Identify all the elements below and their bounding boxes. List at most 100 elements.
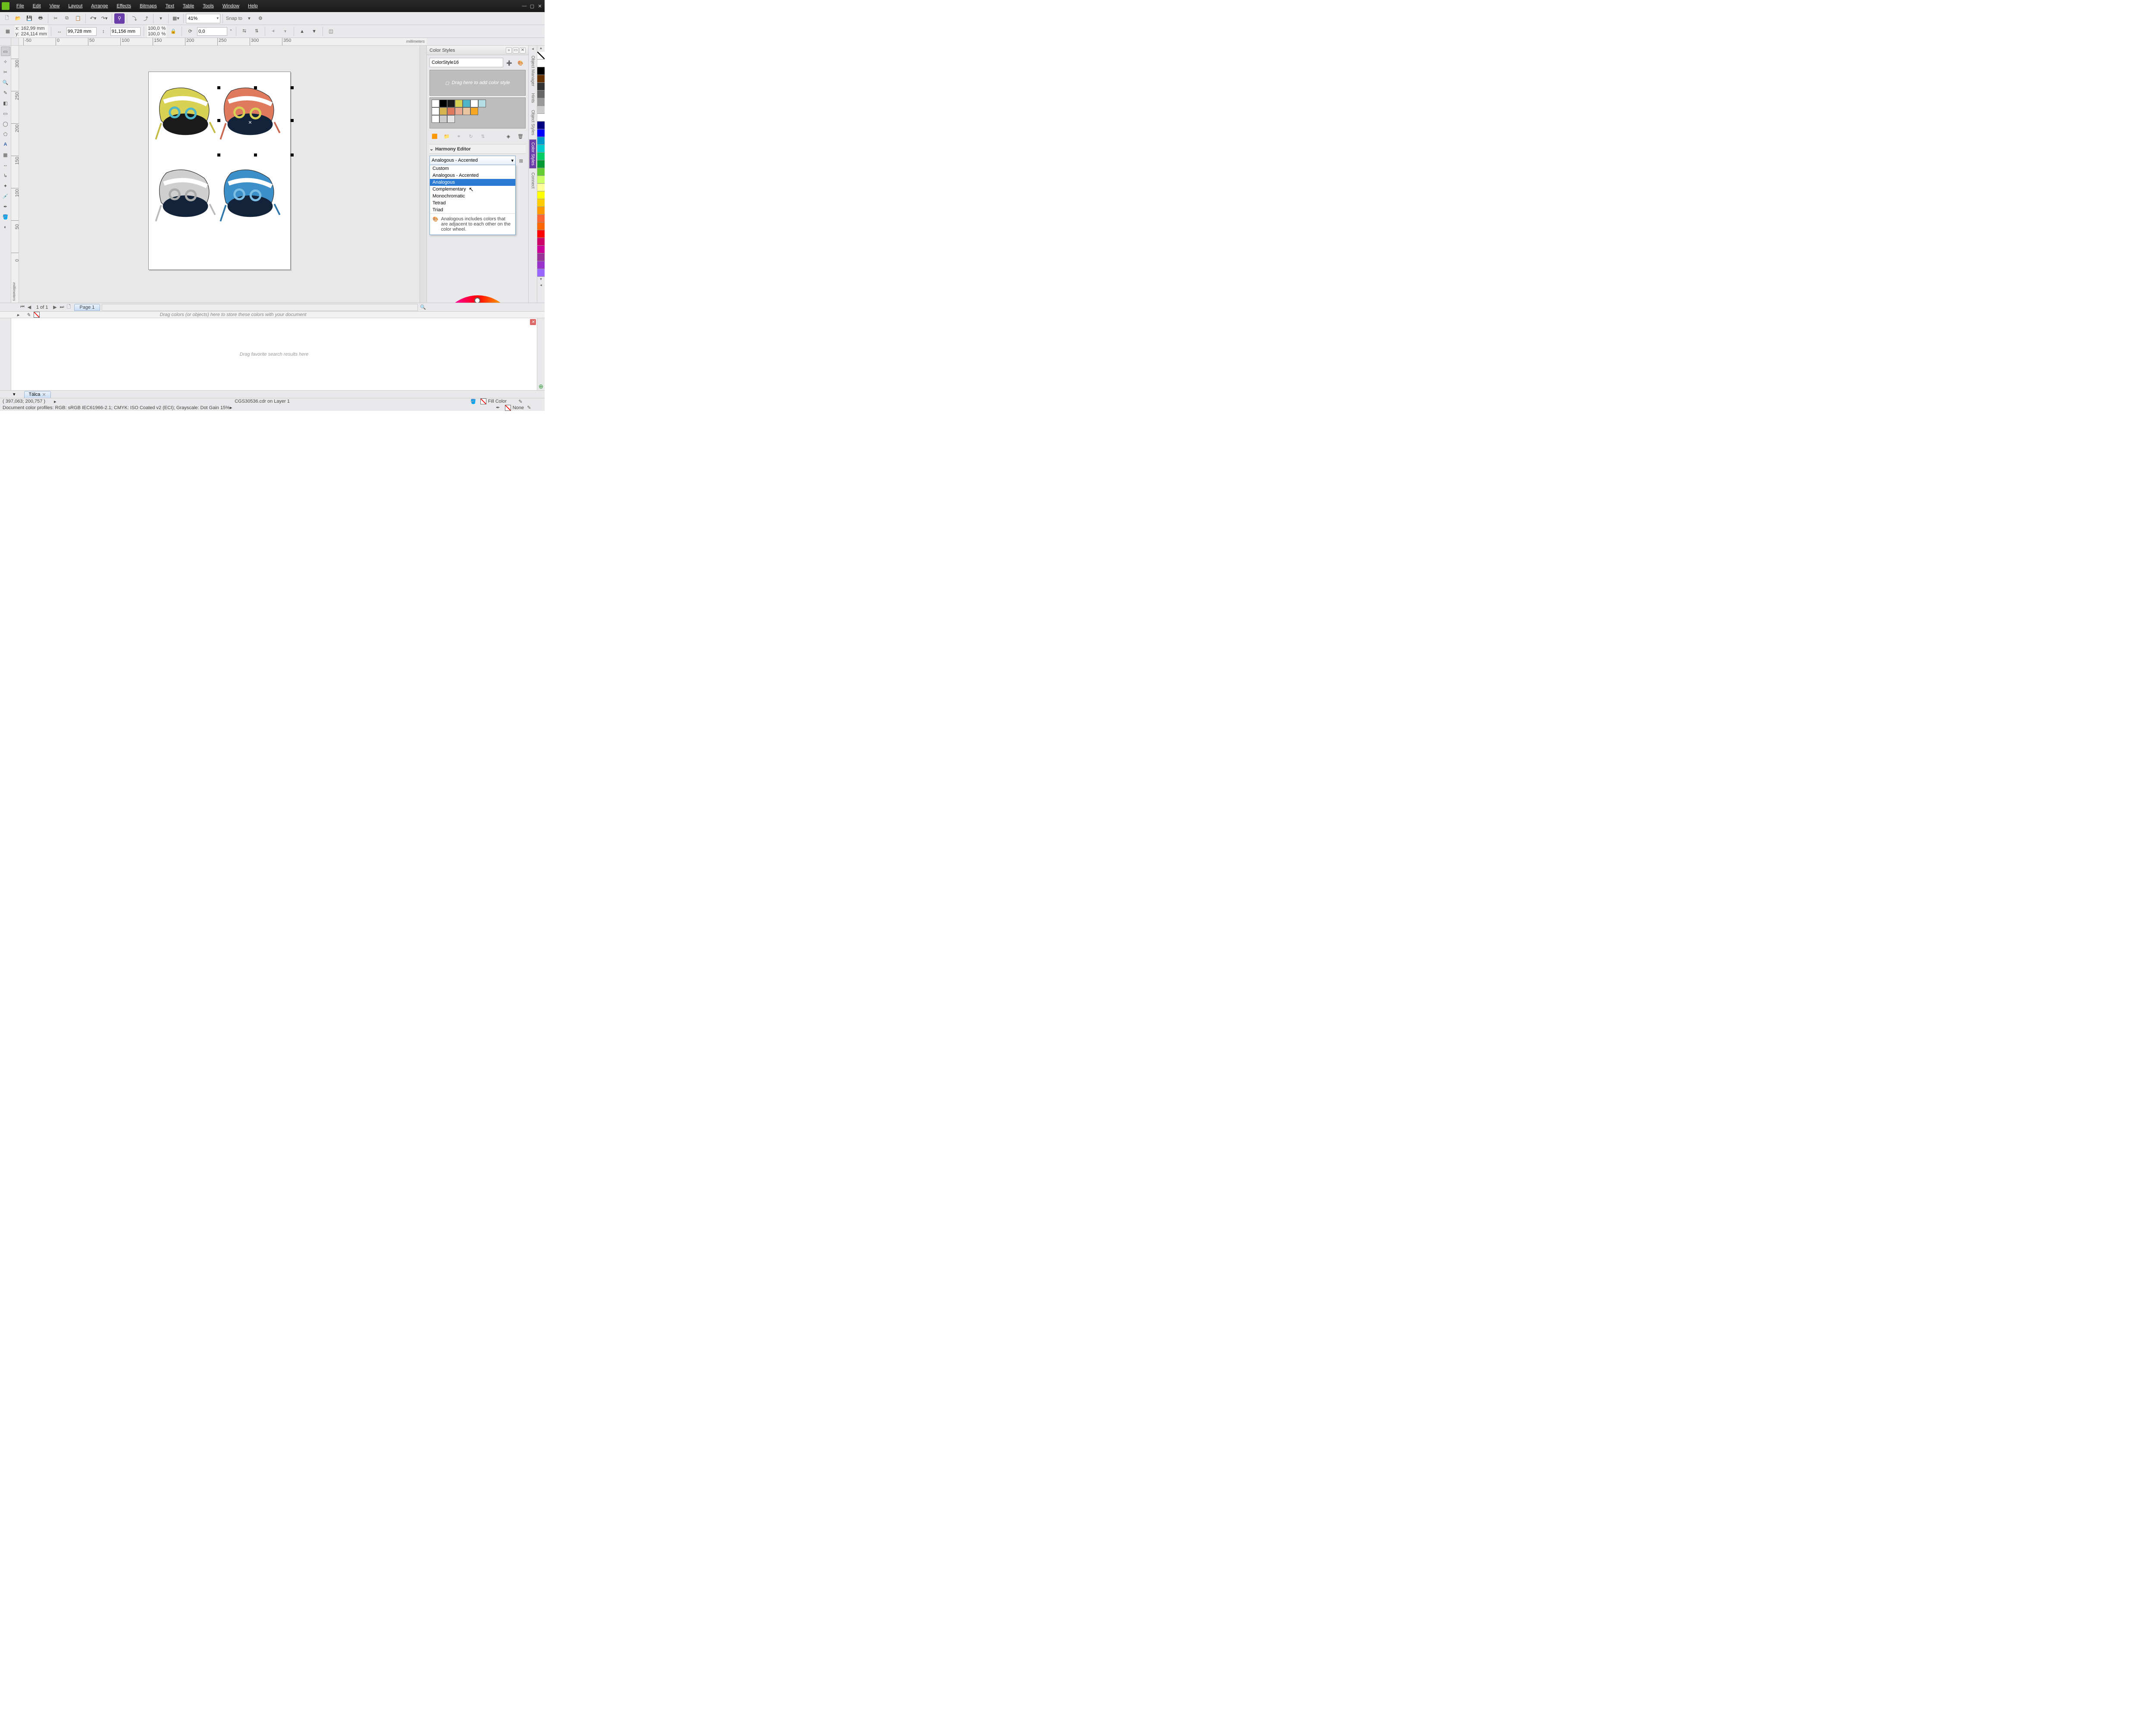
- open-button[interactable]: 📂: [13, 13, 23, 24]
- color-swatch[interactable]: [432, 100, 439, 107]
- convert-curves-button[interactable]: ◫: [326, 26, 336, 37]
- palette-swatch[interactable]: [537, 91, 545, 98]
- new-color-style-button[interactable]: ➕: [504, 58, 514, 68]
- zoom-level-dropdown[interactable]: 41%: [186, 14, 220, 23]
- tray-close-button[interactable]: ✕: [530, 319, 536, 325]
- publish-pdf-button[interactable]: ▾: [156, 13, 166, 24]
- palette-swatch[interactable]: [537, 129, 545, 137]
- palette-swatch[interactable]: [537, 137, 545, 145]
- menu-bitmaps[interactable]: Bitmaps: [135, 2, 161, 10]
- chevron-down-icon[interactable]: ⌄: [429, 146, 433, 152]
- palette-swatch[interactable]: [537, 261, 545, 269]
- interactive-fill-tool[interactable]: ◐: [1, 222, 10, 232]
- window-minimize-icon[interactable]: —: [521, 3, 527, 9]
- palette-swatch[interactable]: [537, 67, 545, 75]
- outline-tool[interactable]: ✒: [1, 202, 10, 211]
- color-style-name-input[interactable]: [429, 58, 503, 67]
- new-folder-button[interactable]: 📁: [442, 131, 452, 141]
- palette-swatch[interactable]: [537, 83, 545, 91]
- coord-flyout-icon[interactable]: ▸: [54, 399, 56, 404]
- palette-swatch[interactable]: [537, 75, 545, 83]
- redo-button[interactable]: ↷▾: [99, 13, 110, 24]
- menu-view[interactable]: View: [45, 2, 64, 10]
- harmony-option[interactable]: Custom: [430, 165, 515, 172]
- rotation-input[interactable]: 0,0: [197, 27, 227, 36]
- search-content-button[interactable]: ⚲: [114, 13, 125, 24]
- palette-swatch[interactable]: [537, 191, 545, 199]
- palette-swatch[interactable]: [537, 215, 545, 222]
- mirror-v-button[interactable]: ⮁: [251, 26, 262, 37]
- palette-swatch[interactable]: [537, 222, 545, 230]
- harmony-rule-list[interactable]: CustomAnalogous - AccentedAnalogousCompl…: [429, 165, 516, 235]
- color-swatch[interactable]: [439, 107, 447, 115]
- tab-color-styles[interactable]: Color Styles: [529, 139, 536, 169]
- table-tool[interactable]: ▦: [1, 150, 10, 160]
- scrollbar-vertical[interactable]: [420, 46, 426, 303]
- palette-swatch[interactable]: [537, 199, 545, 207]
- cut-button[interactable]: ✂: [50, 13, 61, 24]
- palette-swatch[interactable]: [537, 59, 545, 67]
- ungroup-all-button[interactable]: ⫟: [280, 26, 291, 37]
- harmony-option[interactable]: Complementary: [430, 186, 515, 193]
- color-swatch[interactable]: [439, 100, 447, 107]
- menu-file[interactable]: File: [12, 2, 28, 10]
- harmony-add-button[interactable]: ⊞: [517, 156, 526, 166]
- save-button[interactable]: 💾: [24, 13, 34, 24]
- tab-hints[interactable]: Hints: [529, 90, 536, 106]
- tray-drop-area[interactable]: ✕ Drag favorite search results here: [11, 318, 537, 390]
- select-unused-button[interactable]: ◈: [503, 131, 514, 141]
- artwork-hat-blue[interactable]: [218, 167, 282, 227]
- options-button[interactable]: ⚙: [255, 13, 266, 24]
- artwork-hat-grey[interactable]: [153, 167, 218, 227]
- ruler-origin[interactable]: [0, 38, 11, 46]
- to-front-button[interactable]: ▲: [297, 26, 307, 37]
- palette-swatch[interactable]: [537, 160, 545, 168]
- artwork-hat-coral[interactable]: ×: [218, 85, 282, 145]
- palette-swatch[interactable]: [537, 238, 545, 246]
- docker-close-icon[interactable]: ✕: [520, 47, 526, 53]
- tray-add-button[interactable]: ⊕: [537, 383, 545, 390]
- scale-x-input[interactable]: 100,0: [148, 26, 160, 31]
- palette-swatch[interactable]: [537, 153, 545, 160]
- color-swatch[interactable]: [439, 115, 447, 123]
- last-page-button[interactable]: ⏭: [59, 304, 66, 310]
- profiles-flyout-icon[interactable]: ▸: [230, 405, 232, 410]
- undo-button[interactable]: ↶▾: [88, 13, 98, 24]
- tab-object-manager[interactable]: Object Manager: [529, 53, 536, 89]
- harmony-option[interactable]: Triad: [430, 207, 515, 213]
- fill-tool[interactable]: 🪣: [1, 212, 10, 222]
- palette-up-icon[interactable]: ▴: [537, 46, 545, 52]
- doc-palette-nocolor[interactable]: [34, 312, 40, 318]
- tab-connect[interactable]: Connect: [529, 169, 536, 191]
- ruler-horizontal[interactable]: -50 0 50 100 150 200 250 300 350 millime…: [19, 38, 426, 46]
- app-launcher-button[interactable]: ▦▾: [171, 13, 181, 24]
- paste-button[interactable]: 📋: [73, 13, 83, 24]
- color-swatch[interactable]: [478, 100, 486, 107]
- menu-arrange[interactable]: Arrange: [87, 2, 112, 10]
- menu-table[interactable]: Table: [179, 2, 198, 10]
- zoom-navigator-button[interactable]: 🔍: [420, 304, 426, 310]
- harmony-option[interactable]: Analogous: [430, 179, 515, 186]
- window-restore-icon[interactable]: ▢: [529, 3, 535, 9]
- snap-to-dropdown[interactable]: ▾: [244, 13, 254, 24]
- color-style-drop-area[interactable]: ◻Drag here to add color style: [429, 70, 526, 96]
- effects-tool[interactable]: ✦: [1, 181, 10, 191]
- connector-tool[interactable]: ↳: [1, 171, 10, 180]
- color-swatch[interactable]: [470, 100, 478, 107]
- palette-swatch[interactable]: [537, 207, 545, 215]
- palette-swatch[interactable]: [537, 145, 545, 153]
- palette-swatch[interactable]: [537, 246, 545, 254]
- eyedropper-tool[interactable]: 💉: [1, 191, 10, 201]
- tray-tab[interactable]: Tálca✕: [24, 391, 51, 398]
- harmony-option[interactable]: Analogous - Accented: [430, 172, 515, 179]
- palette-swatch[interactable]: [537, 230, 545, 238]
- lock-ratio-button[interactable]: 🔒: [168, 26, 179, 37]
- ruler-vertical[interactable]: 300 250 200 150 100 50 0 millimeters: [11, 46, 19, 303]
- palette-swatch[interactable]: [537, 168, 545, 176]
- palette-swatch[interactable]: [537, 122, 545, 129]
- docker-collapse-icon[interactable]: »: [506, 47, 512, 53]
- polygon-tool[interactable]: ⬠: [1, 129, 10, 139]
- menu-tools[interactable]: Tools: [198, 2, 218, 10]
- arrow-left-icon[interactable]: ◂: [532, 47, 534, 52]
- palette-flyout-icon[interactable]: ◂: [537, 283, 545, 289]
